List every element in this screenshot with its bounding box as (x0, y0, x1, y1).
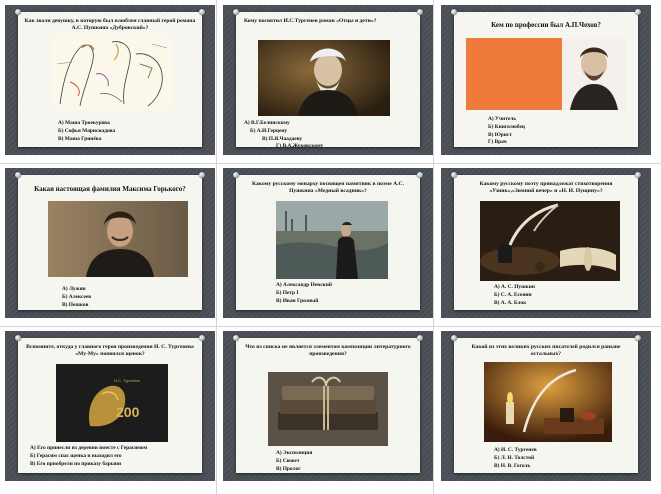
answer-option[interactable]: А) И. С. Тургенев (494, 447, 537, 455)
answer-option[interactable]: А) Лужин (62, 286, 91, 294)
slide-card: Что из списка не является элементом комп… (233, 335, 423, 473)
slide-card: Как звали девушку, в которую был влюблен… (15, 9, 205, 147)
pin-icon (199, 335, 205, 341)
question-text: Вспомните, откуда у главного героя произ… (26, 344, 194, 357)
answer-option[interactable]: В) Н. В. Гоголь (494, 463, 537, 471)
answer-option[interactable]: Г) Врач (488, 139, 525, 147)
slide-4[interactable]: Какая настоящая фамилия Максима Горького… (5, 168, 215, 318)
pin-icon (15, 172, 21, 178)
question-text: Как звали девушку, в которую был влюблен… (24, 18, 196, 31)
anniversary-number: 200 (116, 404, 140, 420)
slide-7[interactable]: Вспомните, откуда у главного героя произ… (5, 331, 215, 481)
portrait-image (466, 38, 626, 110)
pin-icon (15, 335, 21, 341)
pin-icon (15, 9, 21, 15)
answer-option[interactable]: Б) С. А. Есенин (494, 292, 535, 300)
question-text: Кем по профессии был А.П.Чехов? (491, 21, 601, 29)
answer-list: А) Экспозиция Б) Сюжет В) Пролог (276, 450, 312, 473)
slide-card: Вспомните, откуда у главного героя произ… (15, 335, 205, 473)
question-text: Какому русскому поэту принадлежат стихот… (479, 181, 613, 194)
slide-2[interactable]: Кому посвятил И.С.Тургенев роман «Отцы и… (223, 5, 433, 155)
answer-list: А) Лужин Б) Алексеев В) Пешков (62, 286, 91, 309)
grid-divider (0, 326, 661, 327)
pin-icon (451, 172, 457, 178)
pin-icon (417, 9, 423, 15)
answer-option[interactable]: В) Иван Грозный (276, 298, 332, 306)
still-life-image (484, 362, 612, 442)
slide-card: Какому русскому поэту принадлежат стихот… (451, 172, 641, 310)
pin-icon (199, 9, 205, 15)
slide-card: Кому посвятил И.С.Тургенев роман «Отцы и… (233, 9, 423, 149)
answer-option[interactable]: Б) Софья Марисиадова (58, 128, 115, 136)
pin-icon (233, 335, 239, 341)
slide-card: Какая настоящая фамилия Максима Горького… (15, 172, 205, 310)
slide-3[interactable]: Кем по профессии был А.П.Чехов? А) Учите… (441, 5, 651, 155)
illustration-image (52, 34, 172, 110)
pin-icon (417, 335, 423, 341)
slide-9[interactable]: Какой из этих великих русских писателей … (441, 331, 651, 481)
slide-8[interactable]: Что из списка не является элементом комп… (223, 331, 433, 481)
slide-card: Кем по профессии был А.П.Чехов? А) Учите… (451, 9, 641, 147)
pin-icon (635, 9, 641, 15)
slide-1[interactable]: Как звали девушку, в которую был влюблен… (5, 5, 215, 155)
portrait-image (48, 201, 188, 277)
grid-divider (0, 163, 661, 164)
pin-icon (417, 172, 423, 178)
painting-image (276, 201, 388, 279)
answer-option[interactable]: В) Пешков (62, 302, 91, 310)
anniversary-name: И.С. Тургенев (114, 378, 140, 383)
answer-option[interactable]: А) В.Г.Белинскому (244, 120, 323, 128)
question-text: Что из списка не является элементом комп… (245, 344, 411, 357)
answer-list: А) Его принесли из деревни вместе с Гера… (30, 445, 147, 468)
pin-icon (451, 9, 457, 15)
answer-option[interactable]: А) Экспозиция (276, 450, 312, 458)
anniversary-image: И.С. Тургенев 200 (56, 364, 168, 442)
pin-icon (451, 335, 457, 341)
slide-card: Какому русскому монарху посвящен памятни… (233, 172, 423, 310)
answer-list: А) В.Г.Белинскому Б) А.И.Герцену В) П.Я.… (244, 120, 323, 151)
answer-option[interactable]: Б) Сюжет (276, 458, 312, 466)
answer-option[interactable]: А) А. С. Пушкин (494, 284, 535, 292)
pin-icon (233, 9, 239, 15)
slide-6[interactable]: Какому русскому поэту принадлежат стихот… (441, 168, 651, 318)
question-text: Какому русскому монарху посвящен памятни… (252, 181, 404, 194)
still-life-image (480, 201, 620, 281)
question-text: Какая настоящая фамилия Максима Горького… (34, 185, 186, 193)
answer-list: А) Учитель Б) Книголюбец В) Юрист Г) Вра… (488, 116, 525, 147)
answer-option[interactable]: А) Его принесли из деревни вместе с Гера… (30, 445, 147, 453)
books-image (268, 372, 388, 446)
pin-icon (199, 172, 205, 178)
answer-option[interactable]: Б) Герасим спас щенка и выходил его (30, 453, 147, 461)
answer-list: А) И. С. Тургенев Б) Л. Н. Толстой В) Н.… (494, 447, 537, 470)
answer-option[interactable]: Б) Книголюбец (488, 124, 525, 132)
slide-card: Какой из этих великих русских писателей … (451, 335, 641, 473)
slide-5[interactable]: Какому русскому монарху посвящен памятни… (223, 168, 433, 318)
answer-option[interactable]: А) Маша Троекурова (58, 120, 115, 128)
answer-option[interactable]: В) А. А. Блок (494, 300, 535, 308)
grid-divider (433, 0, 434, 494)
pin-icon (635, 335, 641, 341)
answer-option[interactable]: В) Маша Гринёва (58, 136, 115, 144)
answer-option[interactable]: Б) Л. Н. Толстой (494, 455, 537, 463)
answer-option[interactable]: Б) Алексеев (62, 294, 91, 302)
question-text: Какой из этих великих русских писателей … (471, 344, 621, 357)
portrait-image (258, 40, 390, 116)
answer-list: А) Александр Невский Б) Петр I В) Иван Г… (276, 282, 332, 305)
answer-list: А) Маша Троекурова Б) Софья Марисиадова … (58, 120, 115, 143)
answer-option[interactable]: Б) А.И.Герцену (244, 128, 323, 136)
answer-option[interactable]: В) Пролог (276, 466, 312, 474)
answer-option[interactable]: Г) В.А.Жуковскому (244, 143, 323, 151)
answer-option[interactable]: А) Александр Невский (276, 282, 332, 290)
pin-icon (233, 172, 239, 178)
question-text: Кому посвятил И.С.Тургенев роман «Отцы и… (244, 18, 377, 24)
pin-icon (635, 172, 641, 178)
answer-list: А) А. С. Пушкин Б) С. А. Есенин В) А. А.… (494, 284, 535, 307)
grid-divider (216, 0, 217, 494)
answer-option[interactable]: В) Его приобрели по приказу барыни (30, 461, 147, 469)
answer-option[interactable]: А) Учитель (488, 116, 525, 124)
answer-option[interactable]: Б) Петр I (276, 290, 332, 298)
